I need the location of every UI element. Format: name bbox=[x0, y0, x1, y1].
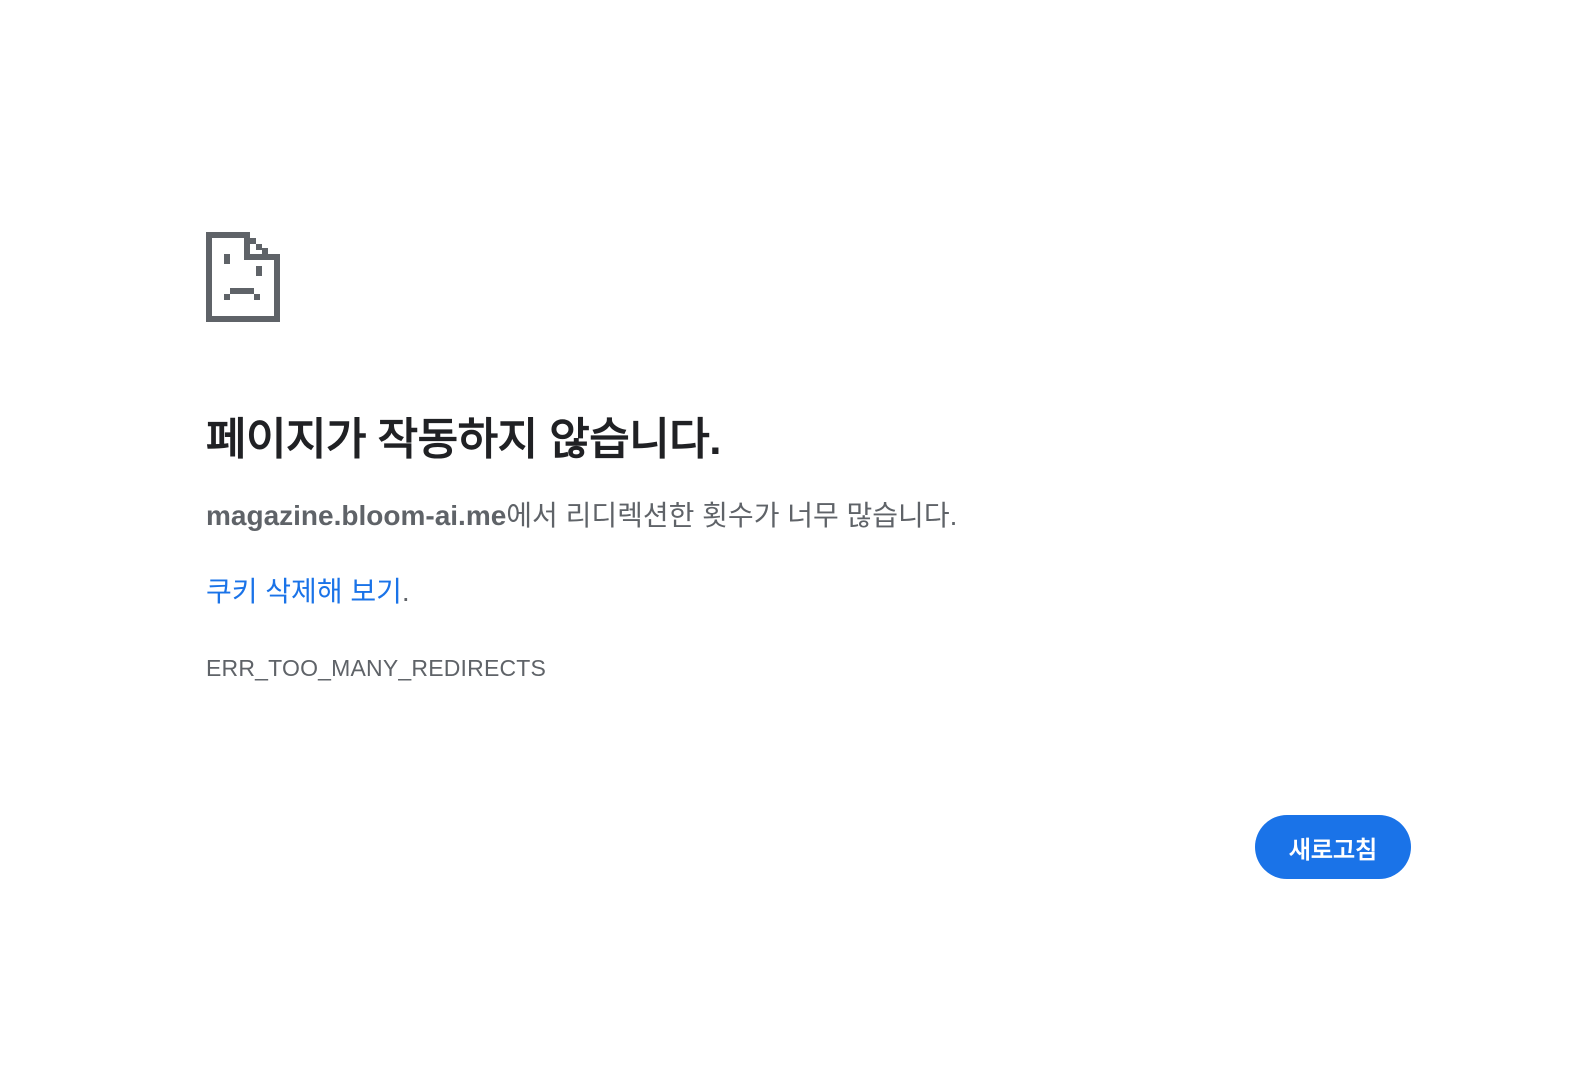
error-host: magazine.bloom-ai.me bbox=[206, 499, 507, 531]
error-summary: magazine.bloom-ai.me에서 리디렉션한 횟수가 너무 많습니다… bbox=[206, 498, 1406, 534]
page-title: 페이지가 작동하지 않습니다. bbox=[206, 415, 721, 464]
error-message: 에서 리디렉션한 횟수가 너무 많습니다. bbox=[506, 499, 958, 531]
error-code: ERR_TOO_MANY_REDIRECTS bbox=[206, 655, 547, 682]
error-content: 페이지가 작동하지 않습니다. magazine.bloom-ai.me에서 리… bbox=[206, 232, 1406, 684]
reload-button[interactable]: 새로고침 bbox=[1255, 815, 1411, 879]
suggestion-suffix: . bbox=[401, 575, 410, 607]
sad-page-icon bbox=[206, 232, 280, 322]
clear-cookies-link[interactable]: 쿠키 삭제해 보기 bbox=[206, 576, 402, 607]
error-suggestion: 쿠키 삭제해 보기. bbox=[206, 574, 1406, 610]
